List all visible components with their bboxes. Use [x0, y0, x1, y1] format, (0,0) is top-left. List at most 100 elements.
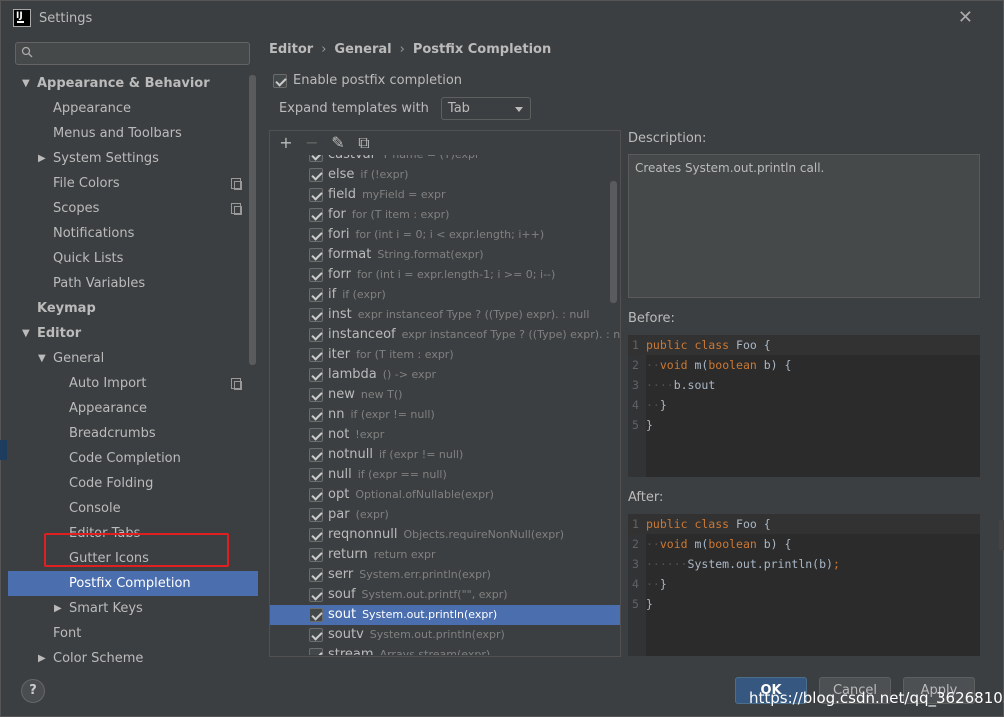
- template-checkbox[interactable]: [309, 608, 323, 622]
- tree-item[interactable]: Font: [8, 621, 258, 646]
- tree-item[interactable]: ▶ Smart Keys: [8, 596, 258, 621]
- template-checkbox[interactable]: [309, 168, 323, 182]
- template-checkbox[interactable]: [309, 328, 323, 342]
- template-key-text: for: [328, 207, 346, 222]
- tree-item[interactable]: Notifications: [8, 221, 258, 246]
- tree-item[interactable]: Code Folding: [8, 471, 258, 496]
- template-checkbox[interactable]: [309, 208, 323, 222]
- template-checkbox[interactable]: [309, 388, 323, 402]
- template-row[interactable]: nn if (expr != null): [270, 405, 620, 425]
- expand-arrow-icon[interactable]: ▼: [22, 321, 30, 346]
- tree-item[interactable]: ▶ Color Scheme: [8, 646, 258, 671]
- template-checkbox[interactable]: [309, 448, 323, 462]
- template-checkbox[interactable]: [309, 288, 323, 302]
- template-row[interactable]: field myField = expr: [270, 185, 620, 205]
- expand-arrow-icon[interactable]: ▼: [22, 71, 30, 96]
- template-checkbox[interactable]: [309, 228, 323, 242]
- template-row[interactable]: return return expr: [270, 545, 620, 565]
- template-checkbox[interactable]: [309, 248, 323, 262]
- tree-item[interactable]: ▶ System Settings: [8, 146, 258, 171]
- tree-item[interactable]: Menus and Toolbars: [8, 121, 258, 146]
- collapse-arrow-icon[interactable]: ▶: [38, 146, 46, 171]
- template-row[interactable]: stream Arrays.stream(expr): [270, 645, 620, 655]
- template-row[interactable]: instanceof expr instanceof Type ? ((Type)…: [270, 325, 620, 345]
- tree-item[interactable]: Quick Lists: [8, 246, 258, 271]
- template-checkbox[interactable]: [309, 408, 323, 422]
- template-checkbox[interactable]: [309, 468, 323, 482]
- template-checkbox[interactable]: [309, 588, 323, 602]
- copy-icon[interactable]: ⧉: [354, 133, 374, 153]
- template-checkbox[interactable]: [309, 348, 323, 362]
- settings-search-input[interactable]: [15, 42, 250, 65]
- template-row[interactable]: iter for (T item : expr): [270, 345, 620, 365]
- template-key: fori for (int i = 0; i < expr.length; i++…: [328, 225, 544, 245]
- template-checkbox[interactable]: [309, 155, 323, 162]
- code-line: 2 ··void m(boolean b) {: [628, 534, 980, 554]
- enable-postfix-row[interactable]: Enable postfix completion: [273, 73, 462, 88]
- tree-item[interactable]: ▼ Appearance & Behavior: [8, 71, 258, 96]
- tree-item[interactable]: Breadcrumbs: [8, 421, 258, 446]
- template-checkbox[interactable]: [309, 628, 323, 642]
- template-checkbox[interactable]: [309, 188, 323, 202]
- enable-postfix-checkbox[interactable]: [273, 73, 287, 88]
- template-checkbox[interactable]: [309, 508, 323, 522]
- tree-item[interactable]: Keymap: [8, 296, 258, 321]
- breadcrumb-editor[interactable]: Editor: [269, 42, 313, 57]
- template-row[interactable]: lambda () -> expr: [270, 365, 620, 385]
- template-row[interactable]: forr for (int i = expr.length-1; i >= 0; …: [270, 265, 620, 285]
- tree-item[interactable]: ▼ General: [8, 346, 258, 371]
- template-checkbox[interactable]: [309, 528, 323, 542]
- template-row[interactable]: for for (T item : expr): [270, 205, 620, 225]
- template-row[interactable]: format String.format(expr): [270, 245, 620, 265]
- template-row[interactable]: castvar T name = (T)expr: [270, 155, 620, 165]
- tree-item[interactable]: File Colors: [8, 171, 258, 196]
- breadcrumb-general[interactable]: General: [334, 42, 391, 57]
- template-checkbox[interactable]: [309, 648, 323, 655]
- collapse-arrow-icon[interactable]: ▶: [54, 596, 62, 621]
- sidebar-scrollbar[interactable]: [249, 75, 256, 365]
- template-row[interactable]: not !expr: [270, 425, 620, 445]
- template-checkbox[interactable]: [309, 548, 323, 562]
- breadcrumb: Editor › General › Postfix Completion: [269, 42, 551, 57]
- expand-arrow-icon[interactable]: ▼: [38, 346, 46, 371]
- close-icon[interactable]: ✕: [958, 9, 973, 27]
- template-row[interactable]: if if (expr): [270, 285, 620, 305]
- template-row[interactable]: new new T(): [270, 385, 620, 405]
- template-row[interactable]: else if (!expr): [270, 165, 620, 185]
- template-row[interactable]: null if (expr == null): [270, 465, 620, 485]
- template-row[interactable]: reqnonnull Objects.requireNonNull(expr): [270, 525, 620, 545]
- template-row[interactable]: opt Optional.ofNullable(expr): [270, 485, 620, 505]
- tree-item[interactable]: ▼ Editor: [8, 321, 258, 346]
- help-button[interactable]: ?: [21, 679, 45, 703]
- expand-key-select[interactable]: Tab: [440, 97, 531, 120]
- templates-scrollbar[interactable]: [610, 181, 617, 303]
- template-checkbox[interactable]: [309, 268, 323, 282]
- template-row[interactable]: notnull if (expr != null): [270, 445, 620, 465]
- collapse-arrow-icon[interactable]: ▶: [38, 646, 46, 671]
- template-row[interactable]: soutv System.out.println(expr): [270, 625, 620, 645]
- edit-icon[interactable]: ✎: [328, 133, 348, 153]
- template-checkbox[interactable]: [309, 308, 323, 322]
- tree-item[interactable]: Scopes: [8, 196, 258, 221]
- template-checkbox[interactable]: [309, 488, 323, 502]
- template-row[interactable]: fori for (int i = 0; i < expr.length; i++…: [270, 225, 620, 245]
- tree-item[interactable]: Console: [8, 496, 258, 521]
- tree-item[interactable]: Code Completion: [8, 446, 258, 471]
- title-bar: Settings ✕: [1, 1, 1003, 35]
- tree-item-label: Smart Keys: [69, 601, 143, 616]
- tree-item[interactable]: Appearance: [8, 96, 258, 121]
- template-checkbox[interactable]: [309, 568, 323, 582]
- tree-item[interactable]: Auto Import: [8, 371, 258, 396]
- template-row[interactable]: sout System.out.println(expr): [270, 605, 620, 625]
- template-row[interactable]: souf System.out.printf("", expr): [270, 585, 620, 605]
- tree-item[interactable]: Path Variables: [8, 271, 258, 296]
- template-checkbox[interactable]: [309, 428, 323, 442]
- template-row[interactable]: serr System.err.println(expr): [270, 565, 620, 585]
- template-checkbox[interactable]: [309, 368, 323, 382]
- add-icon[interactable]: +: [276, 133, 296, 153]
- template-row[interactable]: inst expr instanceof Type ? ((Type) expr)…: [270, 305, 620, 325]
- remove-icon[interactable]: −: [302, 133, 322, 153]
- tree-item[interactable]: Postfix Completion: [8, 571, 258, 596]
- tree-item[interactable]: Appearance: [8, 396, 258, 421]
- template-row[interactable]: par (expr): [270, 505, 620, 525]
